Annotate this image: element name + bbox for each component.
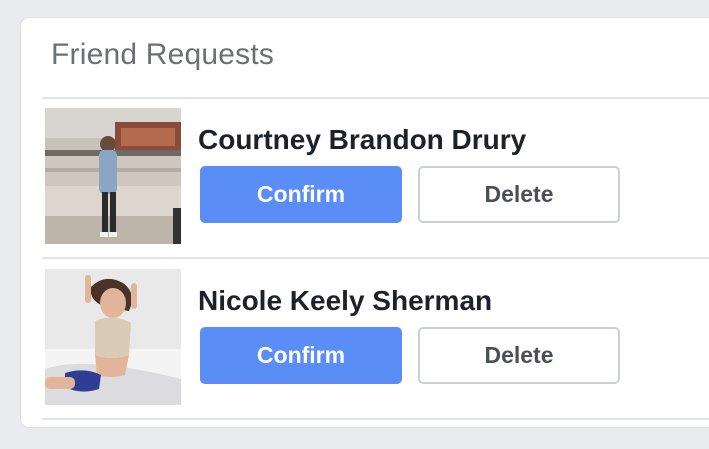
row-divider (42, 257, 709, 259)
delete-button[interactable]: Delete (418, 327, 620, 384)
profile-photo[interactable] (45, 108, 181, 244)
requester-name[interactable]: Nicole Keely Sherman (198, 285, 492, 317)
card-title: Friend Requests (51, 38, 275, 71)
confirm-button[interactable]: Confirm (200, 166, 402, 223)
header-divider (42, 97, 709, 99)
requester-name[interactable]: Courtney Brandon Drury (198, 124, 526, 156)
profile-photo[interactable] (45, 269, 181, 405)
friend-request-item: Courtney Brandon Drury Confirm Delete (45, 108, 709, 246)
row-divider (42, 418, 709, 420)
friend-requests-card: Friend Requests Courtney Brandon Drury C… (21, 18, 709, 427)
friend-request-item: Nicole Keely Sherman Confirm Delete (45, 269, 709, 407)
delete-button[interactable]: Delete (418, 166, 620, 223)
confirm-button[interactable]: Confirm (200, 327, 402, 384)
